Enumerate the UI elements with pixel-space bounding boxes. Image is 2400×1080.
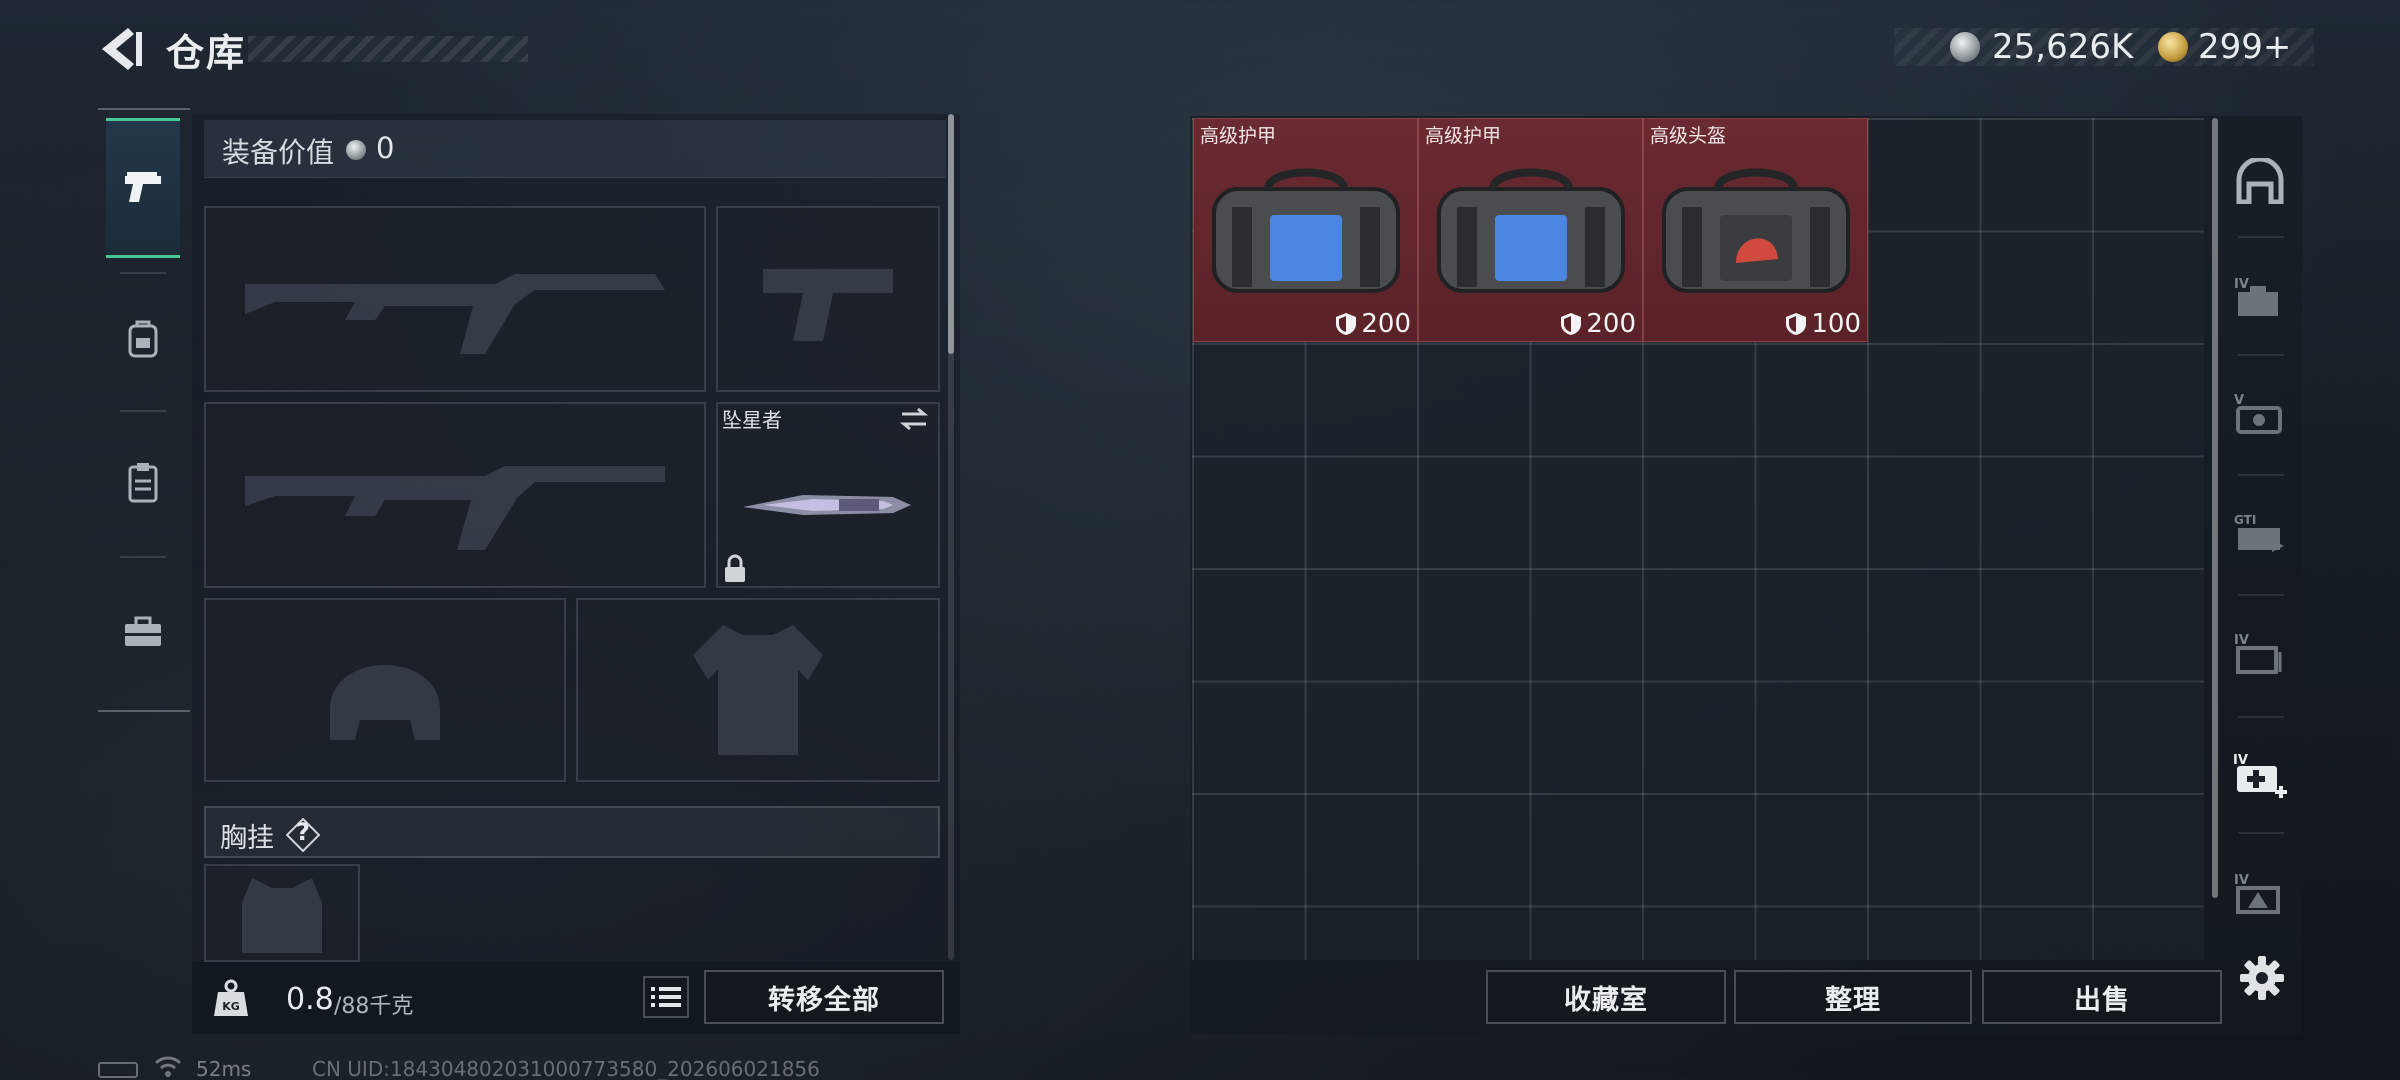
category-backpack[interactable] <box>106 268 180 408</box>
level-iv-medkit-tab[interactable]: IV <box>2226 740 2294 810</box>
category-clipboard[interactable] <box>106 412 180 552</box>
level-iv-box-tab[interactable]: IV <box>2226 858 2294 928</box>
svg-text:KG: KG <box>222 1000 240 1013</box>
armor-silhouette-icon <box>693 625 823 755</box>
stash-item[interactable]: 高级头盔 100 <box>1643 118 1868 342</box>
sell-button[interactable]: 出售 <box>1982 970 2222 1024</box>
equipment-value-label: 装备价值 <box>222 136 335 169</box>
rifle-silhouette-icon <box>245 466 665 550</box>
gear-icon[interactable] <box>2238 954 2286 1002</box>
rail-divider <box>120 556 166 558</box>
list-icon <box>651 987 681 1007</box>
item-durability: 200 <box>1560 309 1636 339</box>
rail-divider <box>2238 832 2284 834</box>
body-armor-slot[interactable] <box>576 598 940 782</box>
category-weapons[interactable] <box>106 118 180 258</box>
level-v-case-tab[interactable]: V <box>2226 378 2294 448</box>
level-iv-case-tab[interactable]: IV <box>2226 262 2294 332</box>
rail-divider <box>2238 594 2284 596</box>
item-name: 高级护甲 <box>1200 125 1277 147</box>
silver-currency-value: 25,626K <box>1992 27 2134 67</box>
current-weight: 0.8 <box>286 982 334 1017</box>
item-durability-value: 100 <box>1811 309 1861 339</box>
gti-case-tab[interactable]: GTI <box>2226 498 2294 568</box>
chest-rig-slot[interactable] <box>204 864 360 962</box>
item-durability-value: 200 <box>1361 309 1411 339</box>
stash-item[interactable]: 高级护甲 200 <box>1193 118 1418 342</box>
pistol-icon <box>125 172 161 202</box>
pistol-silhouette-icon <box>763 269 893 341</box>
level-iv-box-icon: IV <box>2234 873 2280 914</box>
back-arrow-icon[interactable] <box>96 24 146 74</box>
level-iv-card-icon: IV <box>2234 633 2282 674</box>
svg-text:IV: IV <box>2234 277 2249 292</box>
silver-coin-icon <box>346 140 366 160</box>
gti-case-icon: GTI <box>2234 513 2284 552</box>
shield-icon <box>1336 313 1357 335</box>
melee-weapon-name: 坠星者 <box>722 408 782 432</box>
user-uid: CN UID:184304802031000773580_20260602185… <box>312 1057 820 1080</box>
rail-divider <box>2238 474 2284 476</box>
item-durability: 200 <box>1335 309 1411 339</box>
equipment-value: 0 <box>376 131 395 165</box>
page-title: 仓库 <box>166 31 247 75</box>
level-iv-card-tab[interactable]: IV <box>2226 618 2294 688</box>
clipboard-icon <box>128 463 158 503</box>
duffel-bag-icon <box>1212 168 1400 293</box>
gold-currency-value: 299+ <box>2198 27 2292 67</box>
lock-icon <box>725 554 745 582</box>
weight-icon: KG <box>214 979 248 1016</box>
duffel-bag-icon <box>1662 168 1850 293</box>
swap-icon[interactable] <box>898 406 930 432</box>
primary-weapon-slot[interactable] <box>204 206 706 392</box>
gold-coin-icon <box>2158 32 2188 62</box>
rail-divider <box>2238 716 2284 718</box>
star-knife-icon <box>743 495 911 515</box>
svg-text:IV: IV <box>2233 753 2248 768</box>
chest-rig-label: 胸挂 <box>220 823 274 854</box>
shield-icon <box>1786 313 1807 335</box>
svg-text:IV: IV <box>2234 633 2249 648</box>
wifi-icon <box>154 1056 182 1077</box>
svg-text:GTI: GTI <box>2234 513 2256 527</box>
helmet-silhouette-icon <box>330 665 440 740</box>
rail-divider <box>2238 236 2284 238</box>
shield-icon <box>1561 313 1582 335</box>
backpack-icon <box>128 320 158 358</box>
ping-value: 52ms <box>196 1057 252 1080</box>
toolbox-icon <box>125 616 161 646</box>
chest-rig-silhouette-icon <box>242 878 322 953</box>
max-weight: /88千克 <box>334 994 414 1019</box>
rifle-silhouette-icon <box>245 274 665 354</box>
storage-dome-tab[interactable] <box>2226 146 2294 216</box>
stash-item[interactable]: 高级护甲 200 <box>1418 118 1643 342</box>
loadout-scroll-thumb[interactable] <box>948 114 954 354</box>
category-toolbox[interactable] <box>106 562 180 702</box>
list-view-button[interactable] <box>643 976 689 1018</box>
secondary-weapon-slot[interactable] <box>204 402 706 588</box>
collection-room-button[interactable]: 收藏室 <box>1486 970 1726 1024</box>
silver-coin-icon <box>1950 32 1980 62</box>
item-durability-value: 200 <box>1586 309 1636 339</box>
transfer-all-button[interactable]: 转移全部 <box>704 970 944 1024</box>
svg-text:V: V <box>2234 393 2244 408</box>
sidearm-slot[interactable] <box>716 206 940 392</box>
stash-scrollbar[interactable] <box>2212 118 2218 898</box>
sort-button[interactable]: 整理 <box>1734 970 1972 1024</box>
title-decoration <box>248 36 528 62</box>
duffel-bag-icon <box>1437 168 1625 293</box>
item-durability: 100 <box>1785 309 1861 339</box>
helmet-slot[interactable] <box>204 598 566 782</box>
item-name: 高级护甲 <box>1425 125 1502 147</box>
svg-text:IV: IV <box>2234 873 2249 888</box>
battery-icon <box>98 1062 138 1078</box>
rail-divider <box>2238 354 2284 356</box>
level-v-case-icon: V <box>2234 393 2282 434</box>
level-iv-case-icon: IV <box>2234 277 2278 316</box>
help-mark: ? <box>296 818 310 846</box>
item-name: 高级头盔 <box>1650 125 1727 147</box>
storage-dome-icon <box>2236 158 2284 204</box>
level-iv-medkit-icon: IV <box>2233 753 2287 798</box>
